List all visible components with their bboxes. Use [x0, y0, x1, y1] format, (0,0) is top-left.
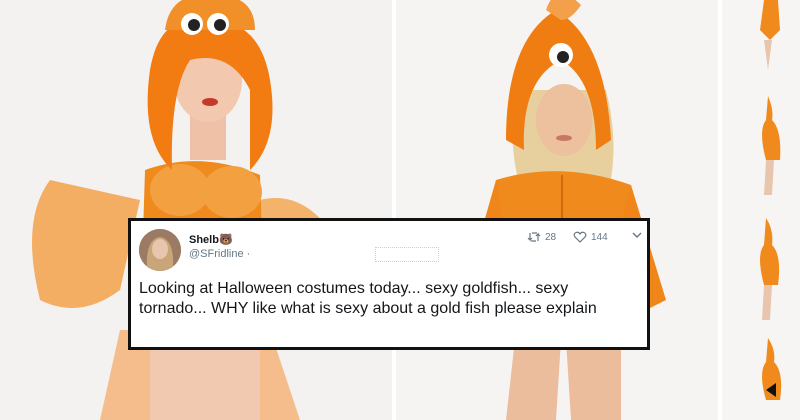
redacted-timestamp — [375, 247, 439, 262]
tweet-text: Looking at Halloween costumes today... s… — [139, 280, 597, 317]
like-count: 144 — [591, 231, 608, 243]
bear-emoji-icon: 🐻 — [218, 234, 233, 246]
chevron-down-icon[interactable] — [631, 230, 643, 240]
user-handle[interactable]: @SFridline · — [189, 248, 250, 260]
tweet-card: Shelb🐻 @SFridline · 28 144 Looking at Ha… — [128, 218, 650, 350]
costume-photo-middle — [396, 0, 718, 420]
costume-photo-left — [0, 0, 392, 420]
retweet-count: 28 — [545, 231, 557, 243]
avatar[interactable] — [139, 229, 181, 271]
like-stat[interactable]: 144 — [573, 231, 608, 243]
costume-thumbnail-strip — [722, 0, 800, 420]
play-arrow-icon[interactable] — [760, 378, 784, 402]
retweet-stat[interactable]: 28 — [527, 231, 556, 243]
heart-icon — [573, 231, 587, 243]
retweet-icon — [527, 232, 541, 242]
display-name[interactable]: Shelb🐻 — [189, 233, 233, 246]
